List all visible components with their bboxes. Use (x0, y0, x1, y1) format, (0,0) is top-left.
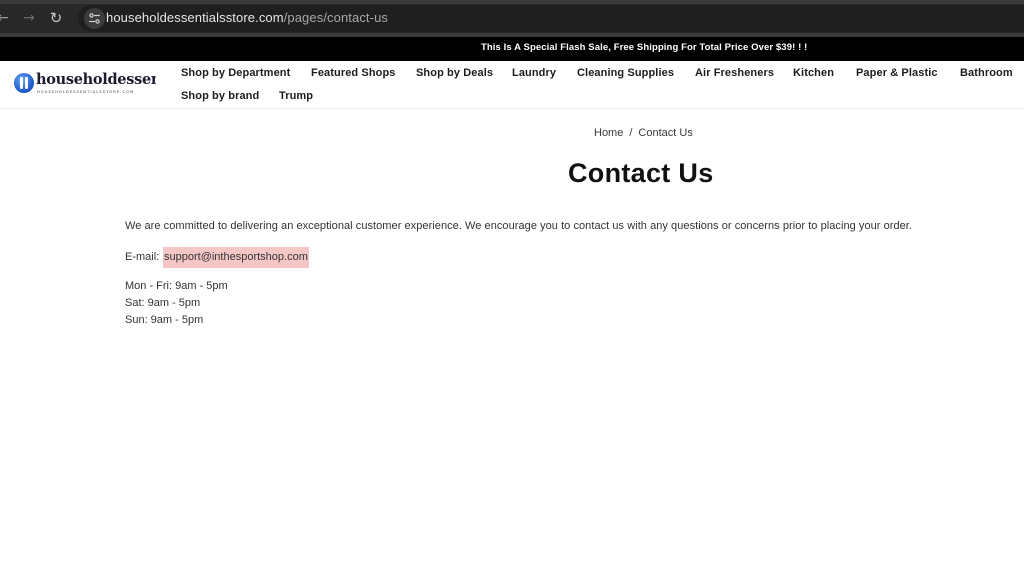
address-bar[interactable]: householdessentialsstore.com/pages/conta… (78, 5, 1024, 32)
nav-item-paper-plastic[interactable]: Paper & Plastic (856, 67, 938, 79)
email-link[interactable]: support@inthesportshop.com (163, 247, 309, 268)
logo-wordmark: householdessentia (36, 71, 156, 88)
intro-text: We are committed to delivering an except… (125, 220, 913, 232)
browser-toolbar: ← → ↻ householdessentialsstore.com/pages… (0, 0, 1024, 37)
page-title: Contact Us (568, 158, 714, 188)
url-domain: householdessentialsstore.com (106, 10, 284, 25)
url-path: /pages/contact-us (283, 10, 389, 25)
breadcrumb-home-link[interactable]: Home (594, 127, 623, 139)
back-icon[interactable]: ← (0, 8, 12, 28)
announcement-text: This Is A Special Flash Sale, Free Shipp… (481, 42, 808, 53)
url-text[interactable]: householdessentialsstore.com/pages/conta… (106, 10, 388, 25)
email-label: E-mail: (125, 251, 160, 263)
logo-subtext: HOUSEHOLDESSENTIALSSTORE.COM (37, 90, 135, 94)
nav-item-laundry[interactable]: Laundry (512, 67, 556, 79)
logo-mark-icon (14, 73, 34, 93)
nav-item-featured-shops[interactable]: Featured Shops (311, 67, 396, 79)
nav-item-bathroom[interactable]: Bathroom (960, 67, 1013, 79)
breadcrumb-current: Contact Us (638, 127, 693, 139)
announcement-bar: This Is A Special Flash Sale, Free Shipp… (0, 37, 1024, 61)
nav-item-shop-by-deals[interactable]: Shop by Deals (416, 67, 493, 79)
breadcrumb-separator: / (629, 127, 633, 139)
nav-item-air-fresheners[interactable]: Air Fresheners (695, 67, 774, 79)
business-hours: Mon - Fri: 9am - 5pm Sat: 9am - 5pm Sun:… (125, 278, 228, 329)
breadcrumb: Home / Contact Us (594, 127, 693, 139)
hours-sunday: Sun: 9am - 5pm (125, 314, 204, 326)
nav-item-trump[interactable]: Trump (279, 90, 313, 102)
site-info-icon[interactable] (84, 8, 105, 29)
reload-icon[interactable]: ↻ (47, 8, 65, 28)
site-header: householdessentia HOUSEHOLDESSENTIALSSTO… (0, 61, 1024, 109)
nav-item-shop-by-department[interactable]: Shop by Department (181, 67, 290, 79)
nav-item-kitchen[interactable]: Kitchen (793, 67, 834, 79)
site-logo[interactable]: householdessentia HOUSEHOLDESSENTIALSSTO… (14, 71, 156, 99)
hours-weekdays: Mon - Fri: 9am - 5pm (125, 280, 228, 292)
nav-item-cleaning-supplies[interactable]: Cleaning Supplies (577, 67, 674, 79)
hours-saturday: Sat: 9am - 5pm (125, 297, 201, 309)
forward-icon[interactable]: → (20, 8, 38, 28)
nav-item-shop-by-brand[interactable]: Shop by brand (181, 90, 259, 102)
